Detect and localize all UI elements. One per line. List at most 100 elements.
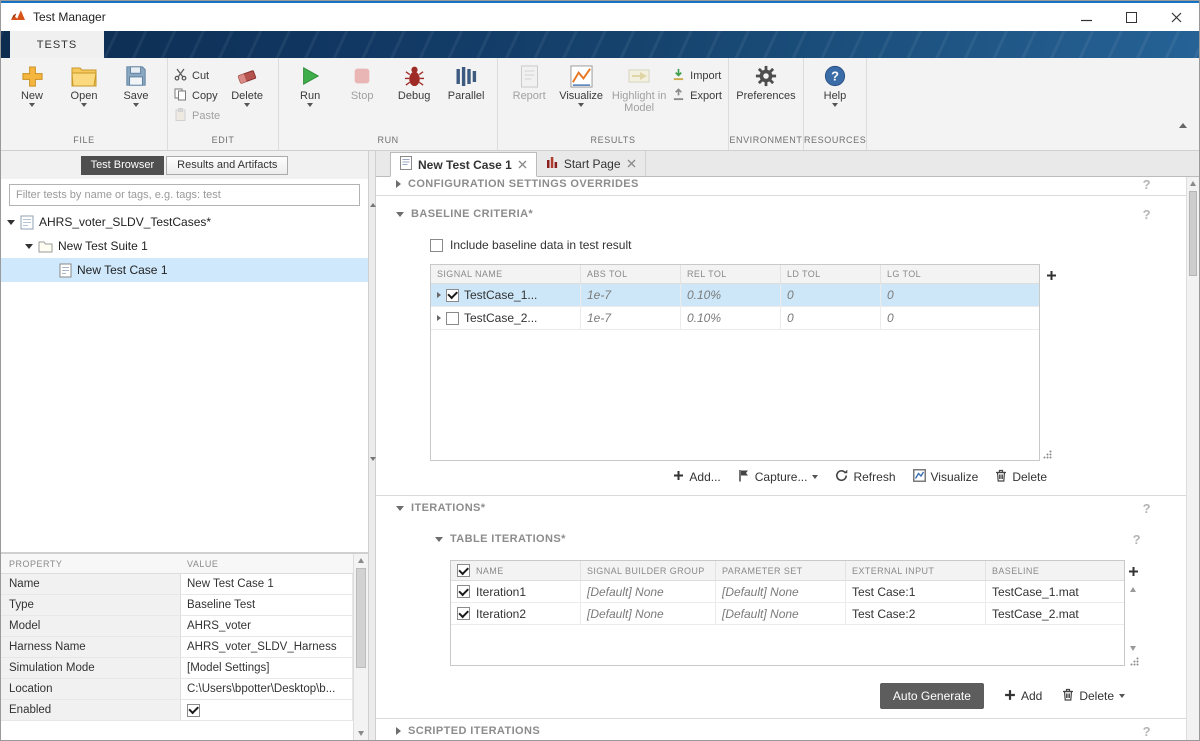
report-button[interactable]: Report bbox=[504, 62, 554, 102]
column-header[interactable]: BASELINE bbox=[986, 561, 1124, 580]
column-header[interactable]: SIGNAL BUILDER GROUP bbox=[581, 561, 716, 580]
scroll-up-icon[interactable] bbox=[1190, 181, 1196, 186]
column-header[interactable]: NAME bbox=[476, 566, 504, 576]
rel-tol-cell[interactable]: 0.10% bbox=[681, 284, 781, 306]
scroll-up-icon[interactable] bbox=[358, 558, 364, 563]
resize-grip[interactable] bbox=[1130, 653, 1139, 671]
scrollbar-thumb[interactable] bbox=[1189, 191, 1197, 276]
section-expanded-icon[interactable] bbox=[396, 212, 404, 217]
enabled-checkbox[interactable] bbox=[187, 704, 200, 717]
delete-iteration-button[interactable]: Delete bbox=[1062, 688, 1125, 704]
parameter-set-cell[interactable]: [Default] None bbox=[716, 581, 846, 602]
add-signal-button[interactable] bbox=[1046, 268, 1057, 286]
tree-item-test-case[interactable]: New Test Case 1 bbox=[1, 258, 368, 282]
lg-tol-cell[interactable]: 0 bbox=[881, 284, 1039, 306]
signal-builder-group-cell[interactable]: [Default] None bbox=[581, 603, 716, 624]
close-icon[interactable] bbox=[518, 158, 527, 172]
tab-test-browser[interactable]: Test Browser bbox=[81, 156, 165, 175]
section-help-icon[interactable]: ? bbox=[1133, 532, 1141, 547]
section-baseline-criteria[interactable]: BASELINE CRITERIA* ? bbox=[376, 202, 1199, 226]
property-value[interactable]: C:\Users\bpotter\Desktop\b... bbox=[181, 679, 353, 699]
column-header[interactable]: LD TOL bbox=[781, 265, 881, 283]
property-scrollbar[interactable] bbox=[353, 554, 368, 740]
column-header[interactable]: ABS TOL bbox=[581, 265, 681, 283]
baseline-table-row[interactable]: TestCase_1... 1e-7 0.10% 0 0 bbox=[431, 284, 1039, 307]
signal-builder-group-cell[interactable]: [Default] None bbox=[581, 581, 716, 602]
scrollbar-thumb[interactable] bbox=[356, 568, 366, 668]
section-collapsed-icon[interactable] bbox=[396, 727, 401, 735]
paste-button[interactable]: Paste bbox=[174, 108, 220, 124]
tree-item-test-suite[interactable]: New Test Suite 1 bbox=[1, 234, 368, 258]
iteration-row[interactable]: Iteration2 [Default] None [Default] None… bbox=[451, 603, 1124, 625]
column-header[interactable]: EXTERNAL INPUT bbox=[846, 561, 986, 580]
doc-tab-new-test-case[interactable]: New Test Case 1 bbox=[390, 152, 537, 177]
iteration-row[interactable]: Iteration1 [Default] None [Default] None… bbox=[451, 581, 1124, 603]
help-button[interactable]: ? Help bbox=[810, 62, 860, 107]
property-row[interactable]: Model AHRS_voter bbox=[1, 616, 353, 637]
row-expander-icon[interactable] bbox=[437, 315, 441, 321]
column-header[interactable]: PARAMETER SET bbox=[716, 561, 846, 580]
filter-tests-input[interactable] bbox=[9, 184, 360, 206]
section-scripted-iterations[interactable]: SCRIPTED ITERATIONS ? bbox=[376, 719, 1199, 740]
section-config-overrides[interactable]: CONFIGURATION SETTINGS OVERRIDES ? bbox=[376, 177, 1199, 195]
section-iterations[interactable]: ITERATIONS* ? bbox=[376, 496, 1199, 520]
iteration-checkbox[interactable] bbox=[457, 607, 470, 620]
expander-down-icon[interactable] bbox=[25, 244, 33, 249]
abs-tol-cell[interactable]: 1e-7 bbox=[581, 307, 681, 329]
property-row[interactable]: Enabled bbox=[1, 700, 353, 721]
expander-down-icon[interactable] bbox=[7, 220, 15, 225]
open-button[interactable]: Open bbox=[59, 62, 109, 107]
add-button[interactable]: Add... bbox=[673, 470, 720, 484]
property-value[interactable]: AHRS_voter bbox=[181, 616, 353, 636]
section-collapsed-icon[interactable] bbox=[396, 180, 401, 188]
run-button[interactable]: Run bbox=[285, 62, 335, 107]
panel-splitter[interactable] bbox=[369, 151, 376, 740]
property-value[interactable]: AHRS_voter_SLDV_Harness bbox=[181, 637, 353, 657]
baseline-table-row[interactable]: TestCase_2... 1e-7 0.10% 0 0 bbox=[431, 307, 1039, 330]
property-value[interactable]: [Model Settings] bbox=[181, 658, 353, 678]
select-all-checkbox[interactable] bbox=[457, 564, 470, 577]
new-button[interactable]: New bbox=[7, 62, 57, 107]
stop-button[interactable]: Stop bbox=[337, 62, 387, 102]
parallel-button[interactable]: Parallel bbox=[441, 62, 491, 102]
export-button[interactable]: Export bbox=[672, 88, 722, 104]
minimize-button[interactable] bbox=[1064, 3, 1109, 31]
section-help-icon[interactable]: ? bbox=[1143, 501, 1151, 516]
tab-tests[interactable]: TESTS bbox=[10, 31, 104, 58]
delete-button[interactable]: Delete bbox=[222, 62, 272, 107]
section-expanded-icon[interactable] bbox=[396, 506, 404, 511]
property-row[interactable]: Simulation Mode [Model Settings] bbox=[1, 658, 353, 679]
document-scrollbar[interactable] bbox=[1186, 177, 1199, 740]
signal-checkbox[interactable] bbox=[446, 289, 459, 302]
abs-tol-cell[interactable]: 1e-7 bbox=[581, 284, 681, 306]
highlight-in-model-button[interactable]: Highlight in Model bbox=[608, 62, 670, 115]
maximize-button[interactable] bbox=[1109, 3, 1154, 31]
close-icon[interactable] bbox=[627, 157, 636, 171]
column-header[interactable]: SIGNAL NAME bbox=[431, 265, 581, 283]
parameter-set-cell[interactable]: [Default] None bbox=[716, 603, 846, 624]
property-row[interactable]: Location C:\Users\bpotter\Desktop\b... bbox=[1, 679, 353, 700]
column-header[interactable]: REL TOL bbox=[681, 265, 781, 283]
debug-button[interactable]: Debug bbox=[389, 62, 439, 102]
tree-item-test-file[interactable]: AHRS_voter_SLDV_TestCases* bbox=[1, 210, 368, 234]
property-row[interactable]: Harness Name AHRS_voter_SLDV_Harness bbox=[1, 637, 353, 658]
lg-tol-cell[interactable]: 0 bbox=[881, 307, 1039, 329]
section-table-iterations[interactable]: TABLE ITERATIONS* ? bbox=[376, 528, 1199, 550]
import-button[interactable]: Import bbox=[672, 68, 722, 84]
delete-button[interactable]: Delete bbox=[995, 469, 1047, 485]
ld-tol-cell[interactable]: 0 bbox=[781, 307, 881, 329]
signal-checkbox[interactable] bbox=[446, 312, 459, 325]
include-baseline-checkbox[interactable] bbox=[430, 239, 443, 252]
external-input-cell[interactable]: Test Case:1 bbox=[846, 581, 986, 602]
scroll-up-icon[interactable] bbox=[1130, 587, 1136, 592]
tab-results-and-artifacts[interactable]: Results and Artifacts bbox=[166, 156, 288, 175]
capture-button[interactable]: Capture... bbox=[738, 469, 819, 485]
close-button[interactable] bbox=[1154, 3, 1199, 31]
property-value[interactable]: Baseline Test bbox=[181, 595, 353, 615]
visualize-button[interactable]: Visualize bbox=[913, 469, 979, 485]
save-button[interactable]: Save bbox=[111, 62, 161, 107]
cut-button[interactable]: Cut bbox=[174, 68, 220, 84]
baseline-cell[interactable]: TestCase_2.mat bbox=[986, 603, 1124, 624]
add-iteration-button[interactable] bbox=[1128, 564, 1139, 582]
property-row[interactable]: Type Baseline Test bbox=[1, 595, 353, 616]
